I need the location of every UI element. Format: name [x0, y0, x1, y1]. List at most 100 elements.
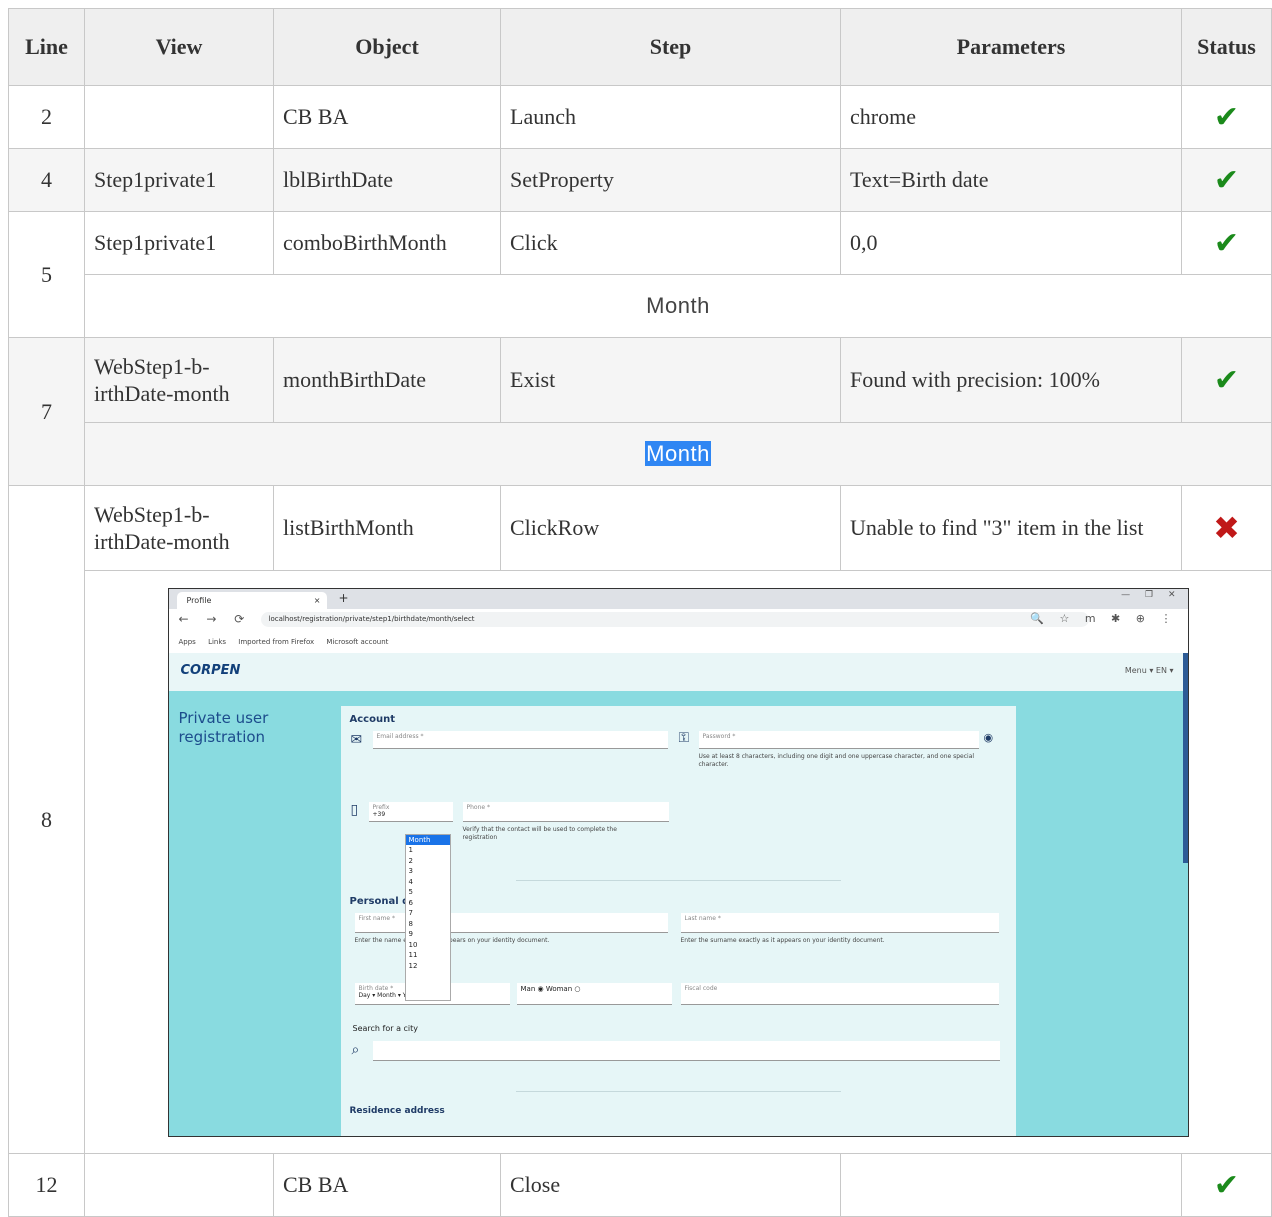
snapshot-text-highlighted: Month	[645, 441, 711, 466]
app-header: CORPEN Menu ▾ EN ▾	[168, 652, 1188, 691]
view-cell	[84, 1153, 274, 1217]
browser-tab-bar: Profile × + — ❐ ✕	[168, 588, 1188, 609]
month-option[interactable]: 1	[406, 845, 450, 856]
step-cell: Click	[500, 211, 841, 275]
table-row: 2 CB BA Launch chrome ✔	[8, 85, 1272, 149]
mail-icon: ✉	[350, 731, 363, 748]
line-cell: 4	[8, 148, 85, 212]
line-cell: 5	[8, 211, 85, 338]
browser-tab[interactable]: Profile ×	[176, 591, 327, 609]
header-view[interactable]: View	[84, 8, 274, 86]
parameters-cell	[840, 1153, 1182, 1217]
snapshot-row: Month	[9, 422, 1272, 486]
window-controls[interactable]: — ❐ ✕	[1121, 590, 1181, 600]
header-status[interactable]: Status	[1181, 8, 1272, 86]
header-object[interactable]: Object	[273, 8, 501, 86]
key-icon: ⚿	[678, 729, 690, 746]
divider	[515, 1090, 841, 1092]
phone-icon: ▯	[350, 801, 359, 818]
fiscal-code-field[interactable]: Fiscal code	[680, 982, 999, 1005]
object-cell: listBirthMonth	[273, 485, 501, 571]
eye-icon[interactable]: ◉	[984, 731, 994, 744]
phone-field[interactable]: Phone *	[462, 801, 669, 822]
brand-logo[interactable]: CORPEN	[181, 663, 241, 678]
city-search-input[interactable]	[372, 1040, 1000, 1061]
month-option[interactable]: 12	[406, 961, 450, 972]
browser-screenshot: Profile × + — ❐ ✕ ← → ⟳ ⌂ localhost/regis…	[167, 587, 1189, 1137]
language-menu[interactable]: Menu ▾ EN ▾	[1125, 666, 1174, 675]
check-icon: ✔	[1213, 362, 1240, 398]
gender-radio[interactable]: Man ◉ Woman ○	[516, 982, 672, 1005]
month-option[interactable]: 11	[406, 950, 450, 961]
extension-icons[interactable]: 🔍 ☆ m ✱ ⊕ ⋮	[1030, 612, 1177, 625]
bookmark-item[interactable]: Microsoft account	[326, 638, 388, 646]
view-cell: Step1private1	[84, 211, 274, 275]
surname-hint: Enter the surname exactly as it appears …	[680, 936, 885, 944]
month-option[interactable]: Month	[405, 834, 450, 845]
month-option[interactable]: 3	[406, 866, 450, 877]
snapshot-row: Profile × + — ❐ ✕ ← → ⟳ ⌂ localhost/regis…	[9, 570, 1272, 1154]
line-cell: 7	[8, 337, 85, 486]
month-option[interactable]: 5	[406, 887, 450, 898]
view-cell: WebStep1-b-irthDate-month	[84, 337, 274, 423]
table-row: 5 Step1private1 comboBirthMonth Click 0,…	[8, 211, 1272, 338]
month-option[interactable]: 4	[406, 877, 450, 888]
header-row: Line View Object Step Parameters Status	[8, 8, 1272, 86]
month-option[interactable]: 8	[406, 919, 450, 930]
view-cell: WebStep1-b-irthDate-month	[84, 485, 274, 571]
check-icon: ✔	[1213, 1167, 1240, 1203]
tab-title: Profile	[186, 595, 212, 605]
header-line[interactable]: Line	[8, 8, 85, 86]
status-cell: ✔	[1181, 1153, 1272, 1217]
close-icon[interactable]: ×	[314, 592, 321, 609]
header-step[interactable]: Step	[500, 8, 841, 86]
parameters-cell: Found with precision: 100%	[840, 337, 1182, 423]
cross-icon: ✖	[1213, 509, 1240, 547]
check-icon: ✔	[1213, 162, 1240, 198]
parameters-cell: chrome	[840, 85, 1182, 149]
month-option[interactable]: 2	[406, 856, 450, 867]
firstname-field[interactable]: First name *	[354, 912, 668, 933]
status-cell: ✖	[1181, 485, 1272, 571]
step-cell: Close	[500, 1153, 841, 1217]
prefix-select[interactable]: Prefix +39	[368, 801, 453, 822]
scrollbar[interactable]	[1182, 652, 1188, 863]
parameters-cell: Unable to find "3" item in the list	[840, 485, 1182, 571]
city-search-label: Search for a city	[352, 1023, 419, 1033]
bookmark-item[interactable]: Links	[208, 638, 226, 646]
test-report-table: Line View Object Step Parameters Status …	[8, 8, 1272, 1217]
view-cell	[84, 85, 274, 149]
table-row: 7 WebStep1-b-irthDate-month monthBirthDa…	[8, 337, 1272, 486]
status-cell: ✔	[1181, 211, 1272, 275]
lastname-field[interactable]: Last name *	[680, 912, 999, 933]
month-option[interactable]: 7	[406, 908, 450, 919]
new-tab-icon[interactable]: +	[339, 591, 349, 605]
password-field[interactable]: Password *	[698, 730, 979, 749]
line-cell: 8	[8, 485, 85, 1154]
check-icon: ✔	[1213, 99, 1240, 135]
screenshot-cell: Profile × + — ❐ ✕ ← → ⟳ ⌂ localhost/regis…	[84, 570, 1272, 1154]
table-row: 4 Step1private1 lblBirthDate SetProperty…	[8, 148, 1272, 212]
page-title: Private user registration	[178, 708, 269, 746]
snapshot-text: Month	[646, 293, 710, 318]
header-parameters[interactable]: Parameters	[840, 8, 1182, 86]
month-option[interactable]: 6	[406, 898, 450, 909]
url-input[interactable]: localhost/registration/private/step1/bir…	[260, 611, 1089, 627]
month-option[interactable]: 10	[406, 940, 450, 951]
divider	[515, 879, 841, 881]
bookmark-item[interactable]: Apps	[179, 638, 196, 646]
step-cell: Launch	[500, 85, 841, 149]
bookmarks-bar: Apps Links Imported from Firefox Microso…	[168, 630, 1188, 654]
bookmark-item[interactable]: Imported from Firefox	[238, 638, 314, 646]
month-option[interactable]: 9	[406, 929, 450, 940]
phone-hint: Verify that the contact will be used to …	[462, 825, 617, 841]
password-hint: Use at least 8 characters, including one…	[698, 752, 975, 768]
email-field[interactable]: Email address *	[372, 730, 668, 749]
check-icon: ✔	[1213, 225, 1240, 261]
snapshot-cell: Month	[84, 274, 1272, 338]
residence-label: Residence address	[349, 1105, 445, 1116]
view-cell: Step1private1	[84, 148, 274, 212]
search-icon[interactable]: ⌕	[352, 1042, 360, 1058]
month-dropdown-list[interactable]: Month 1 2 3 4 5 6 7 8 9 10 11 12	[404, 833, 451, 1001]
object-cell: monthBirthDate	[273, 337, 501, 423]
